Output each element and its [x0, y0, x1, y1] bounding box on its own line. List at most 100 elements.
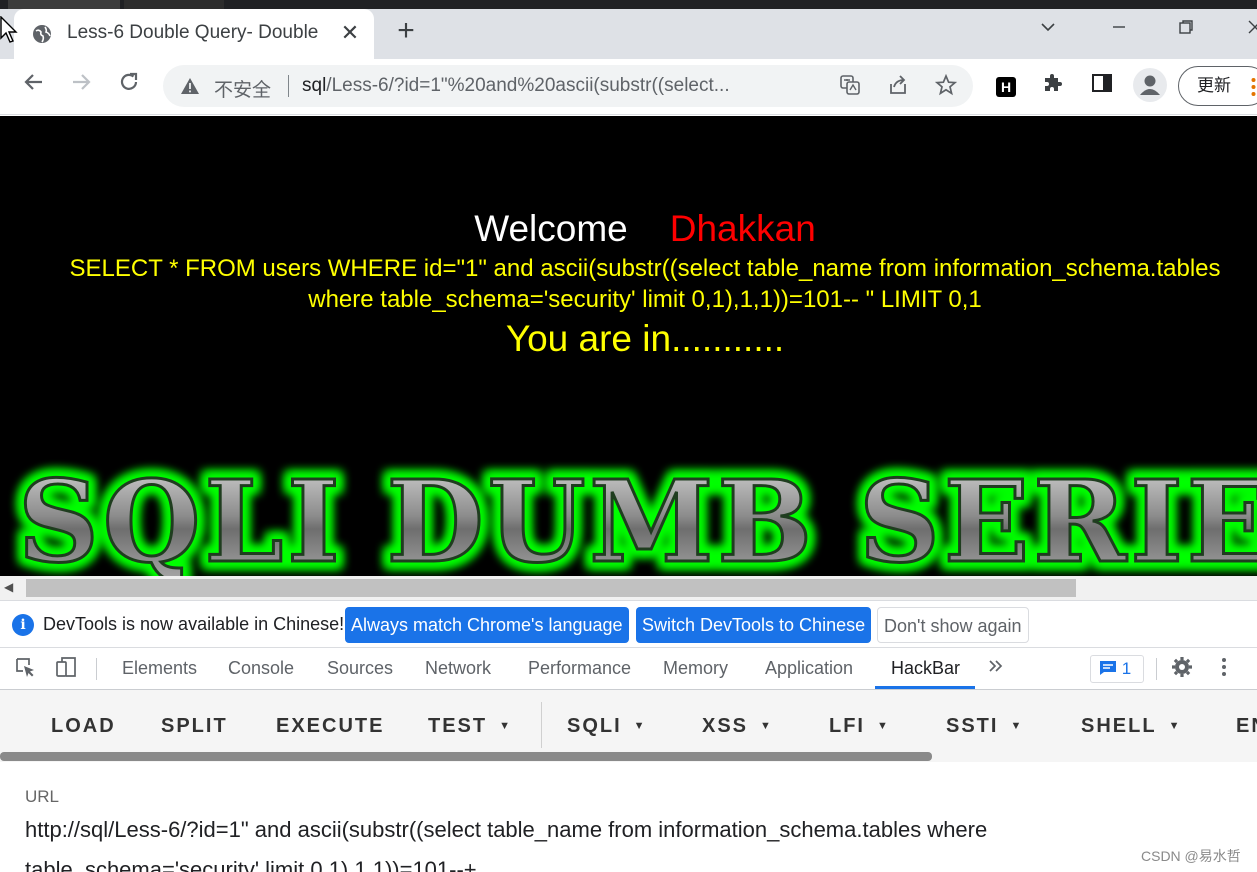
welcome-heading: Welcome Dhakkan	[0, 208, 1257, 250]
shell-label: SHELL	[1081, 715, 1157, 737]
xss-label: XSS	[702, 715, 749, 737]
inspect-element-icon[interactable]	[12, 656, 38, 682]
lfi-dropdown[interactable]: LFI ▼	[829, 715, 890, 738]
issues-counter-button[interactable]: 1	[1090, 655, 1144, 683]
tab-application[interactable]: Application	[765, 658, 853, 679]
tab-console[interactable]: Console	[228, 658, 294, 679]
page-horizontal-scrollbar[interactable]: ◀	[0, 576, 1257, 600]
tab-hackbar[interactable]: HackBar	[891, 658, 960, 679]
tab-search-icon[interactable]	[1028, 14, 1068, 46]
active-tab-indicator	[875, 686, 975, 689]
csdn-watermark: CSDN @易水哲	[1141, 848, 1241, 864]
infobar-message: DevTools is now available in Chinese!	[43, 614, 345, 634]
more-tabs-chevron-icon[interactable]	[983, 656, 1009, 682]
reload-icon[interactable]	[112, 70, 146, 104]
update-label: 更新	[1197, 76, 1231, 95]
dont-show-again-button[interactable]: Don't show again	[877, 607, 1029, 643]
translate-icon[interactable]	[837, 74, 863, 100]
sqli-label: SQLI	[567, 715, 622, 737]
hackbar-scrollbar[interactable]	[0, 752, 932, 761]
profile-avatar[interactable]	[1133, 68, 1167, 102]
info-icon: i	[12, 614, 34, 636]
warning-icon[interactable]	[180, 76, 200, 96]
close-tab-icon[interactable]: ✕	[338, 19, 362, 47]
message-icon	[1100, 661, 1116, 675]
test-label: TEST	[428, 715, 488, 737]
menu-dots-icon[interactable]	[1250, 77, 1257, 97]
hackbar-toolbar: LOAD SPLIT EXECUTE TEST ▼ SQLI ▼ XSS ▼ LFI ▼…	[0, 690, 1257, 762]
settings-gear-icon[interactable]	[1169, 656, 1195, 682]
globe-icon	[33, 25, 51, 43]
devtools-tab-bar: Elements Console Sources Network Perform…	[0, 648, 1257, 690]
test-dropdown[interactable]: TEST ▼	[428, 715, 512, 738]
devtools-language-infobar: i DevTools is now available in Chinese! …	[0, 600, 1257, 648]
scroll-left-arrow-icon[interactable]: ◀	[4, 580, 13, 594]
url-text[interactable]: sql/Less-6/?id=1"%20and%20ascii(substr((…	[302, 75, 832, 97]
taskbar-shadow	[124, 0, 224, 9]
always-match-language-button[interactable]: Always match Chrome's language	[345, 607, 629, 643]
address-bar[interactable]: 不安全 sql/Less-6/?id=1"%20and%20ascii(subs…	[163, 65, 973, 107]
device-toolbar-icon[interactable]	[53, 656, 79, 682]
dropdown-caret-icon: ▼	[760, 720, 773, 732]
window-top-border	[0, 0, 1257, 9]
url-path: /Less-6/?id=1"%20and%20ascii(substr((sel…	[326, 75, 730, 96]
encoding-dropdown[interactable]: EN	[1236, 715, 1257, 738]
hackbar-extension-icon[interactable]: H	[996, 77, 1016, 97]
tab-memory[interactable]: Memory	[663, 658, 728, 679]
execute-button[interactable]: EXECUTE	[276, 715, 384, 738]
bookmark-star-icon[interactable]	[933, 73, 959, 100]
tab-sources[interactable]: Sources	[327, 658, 393, 679]
share-icon[interactable]	[885, 74, 911, 100]
issues-count: 1	[1121, 659, 1132, 678]
scrollbar-thumb[interactable]	[26, 579, 1076, 597]
taskbar-shadow	[8, 0, 120, 9]
shell-dropdown[interactable]: SHELL ▼	[1081, 715, 1181, 738]
sqli-dropdown[interactable]: SQLI ▼	[567, 715, 647, 738]
dropdown-caret-icon: ▼	[499, 720, 513, 732]
not-secure-label[interactable]: 不安全	[214, 75, 271, 102]
tab-network[interactable]: Network	[425, 658, 491, 679]
url-host: sql	[302, 75, 327, 96]
hackbar-divider	[541, 702, 542, 748]
update-button[interactable]: 更新	[1178, 66, 1257, 106]
tab-title: Less-6 Double Query- Double	[67, 22, 319, 43]
forward-icon[interactable]	[64, 70, 98, 104]
ssti-dropdown[interactable]: SSTI ▼	[946, 715, 1023, 738]
lfi-label: LFI	[829, 715, 865, 737]
xss-dropdown[interactable]: XSS ▼	[702, 715, 773, 738]
sql-query-line-1: SELECT * FROM users WHERE id="1" and asc…	[69, 255, 1221, 282]
dropdown-caret-icon: ▼	[633, 720, 647, 732]
browser-tab[interactable]: Less-6 Double Query- Double ✕	[14, 9, 374, 59]
hackbar-url-section: URL http://sql/Less-6/?id=1" and ascii(s…	[0, 762, 1257, 872]
result-status: You are in...........	[505, 318, 785, 359]
tab-elements[interactable]: Elements	[122, 658, 197, 679]
ssti-label: SSTI	[946, 715, 999, 737]
devtools-menu-icon[interactable]	[1211, 656, 1237, 682]
sql-query-text: SELECT * FROM users WHERE id="1" and asc…	[0, 253, 1257, 315]
back-icon[interactable]	[17, 70, 51, 104]
sqli-dumb-series-banner: SQLI DUMB SERIES SQLI DUMB SERIES	[11, 450, 1257, 576]
restore-icon[interactable]	[1166, 14, 1206, 46]
banner-text: SQLI DUMB SERIES	[18, 457, 1257, 576]
username-text: Dhakkan	[669, 208, 816, 249]
load-button[interactable]: LOAD	[51, 715, 116, 738]
url-field-label: URL	[25, 787, 60, 806]
tab-performance[interactable]: Performance	[528, 658, 631, 679]
mouse-cursor-icon	[0, 16, 18, 43]
extensions-puzzle-icon[interactable]	[1036, 70, 1070, 104]
page-viewport: Welcome Dhakkan SELECT * FROM users WHERE…	[0, 116, 1257, 576]
dropdown-caret-icon: ▼	[1168, 720, 1182, 732]
new-tab-button[interactable]: +	[392, 16, 420, 46]
minimize-icon[interactable]	[1099, 14, 1139, 46]
split-button[interactable]: SPLIT	[161, 715, 228, 738]
close-window-icon[interactable]	[1235, 14, 1257, 46]
side-panel-icon[interactable]	[1085, 70, 1119, 104]
dropdown-caret-icon: ▼	[1010, 720, 1024, 732]
dropdown-caret-icon: ▼	[877, 720, 890, 732]
sql-query-line-2: where table_schema='security' limit 0,1)…	[308, 286, 982, 313]
url-textarea[interactable]: http://sql/Less-6/?id=1" and ascii(subst…	[25, 810, 1105, 872]
toolbar-divider	[1156, 658, 1157, 680]
tab-strip: Less-6 Double Query- Double ✕ +	[0, 0, 1257, 59]
switch-to-chinese-button[interactable]: Switch DevTools to Chinese	[636, 607, 872, 643]
toolbar-divider	[96, 658, 97, 680]
